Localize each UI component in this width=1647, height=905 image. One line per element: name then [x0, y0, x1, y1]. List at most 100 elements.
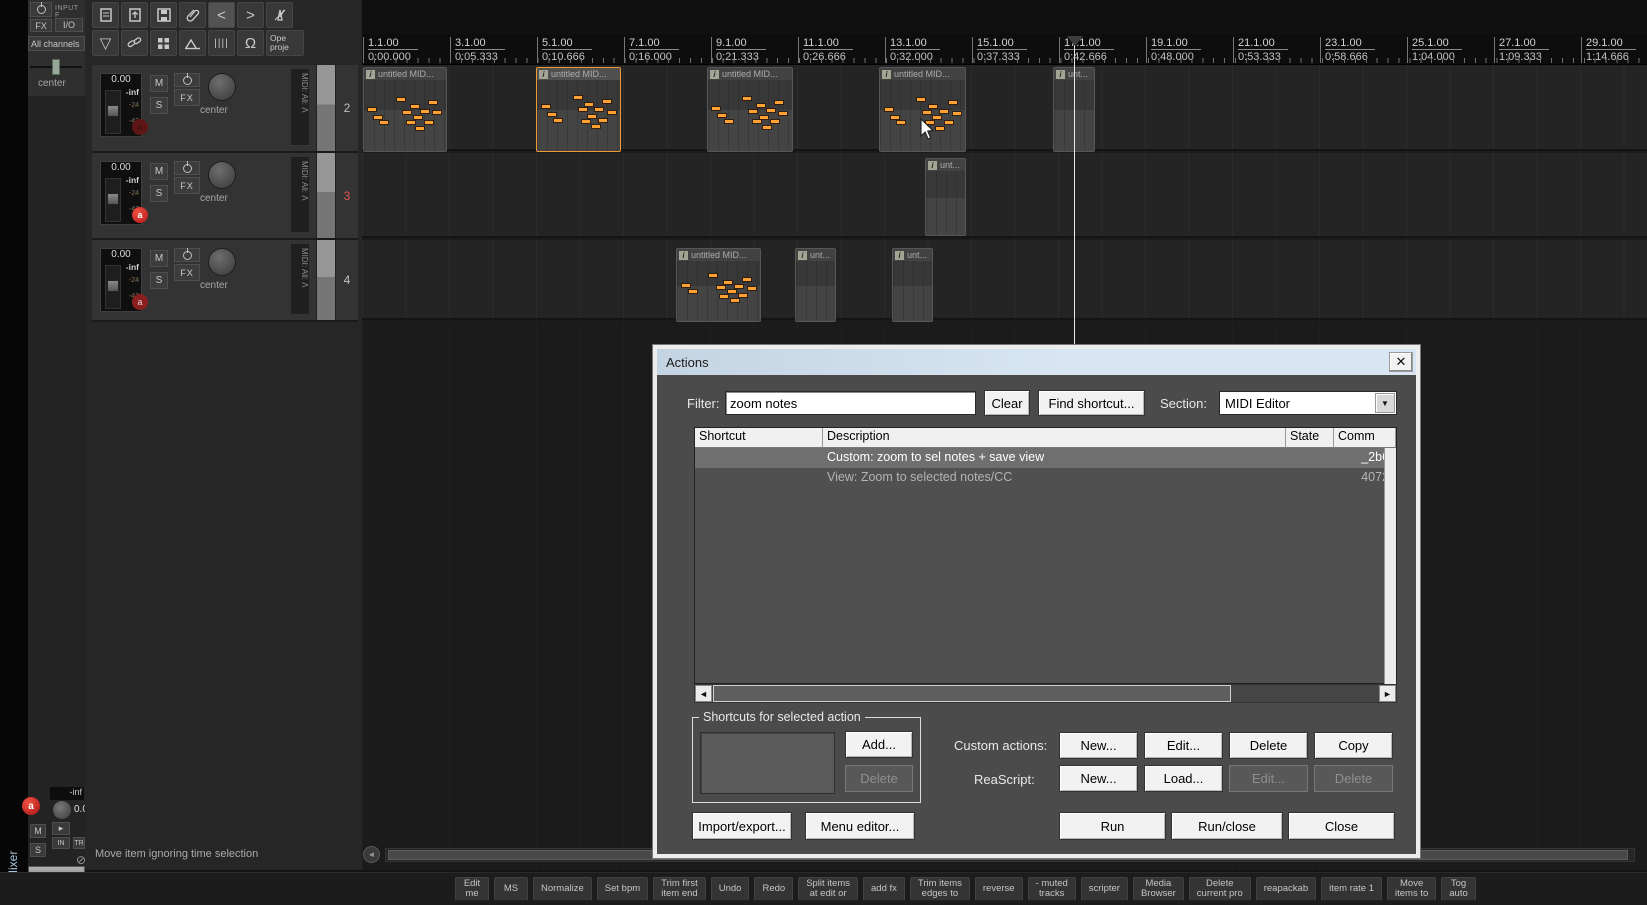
shortcuts-listbox[interactable]	[700, 732, 835, 794]
fx-button[interactable]: FX	[174, 264, 200, 281]
link-icon[interactable]	[121, 30, 148, 56]
open-project-button[interactable]: Ope proje	[266, 30, 304, 56]
reascript-button[interactable]: Load...	[1144, 765, 1223, 792]
midi-routing-label[interactable]: MIDI: All: Λ	[291, 157, 309, 232]
redo-icon[interactable]: >	[237, 2, 264, 28]
track-zoom-scrollbar[interactable]	[316, 240, 336, 320]
close-icon[interactable]: ✕	[1389, 352, 1413, 372]
grid-lines-icon[interactable]: ||||	[208, 30, 235, 56]
track-panel[interactable]: 0.00 -inf -24 -42 a M S FX center MIDI: …	[92, 153, 358, 240]
toolbar-action-button[interactable]: Media Browser	[1132, 877, 1184, 901]
volume-fader[interactable]	[105, 265, 121, 309]
import-export-button[interactable]: Import/export...	[692, 812, 792, 840]
reascript-button[interactable]: New...	[1059, 765, 1138, 792]
action-row[interactable]: Custom: zoom to sel notes + save view _2…	[695, 448, 1396, 468]
mute-button[interactable]: M	[150, 250, 168, 267]
pan-knob[interactable]	[208, 73, 236, 101]
filter-input[interactable]	[725, 391, 976, 415]
add-shortcut-button[interactable]: Add...	[845, 731, 913, 758]
solo-button[interactable]: S	[30, 843, 46, 857]
toolbar-action-button[interactable]: Trim first item end	[653, 877, 706, 901]
fx-enable-button[interactable]	[174, 247, 200, 262]
record-arm-button[interactable]: a	[22, 797, 40, 815]
toolbar-action-button[interactable]: Edit me	[455, 877, 489, 901]
run-button[interactable]: Run	[1059, 812, 1166, 840]
midi-item[interactable]: i unt...	[892, 248, 933, 322]
open-project-icon[interactable]	[121, 2, 148, 28]
col-description[interactable]: Description	[823, 428, 1286, 448]
track-panel[interactable]: 0.00 -inf -24 -42 a M S FX center MIDI: …	[92, 65, 358, 153]
fader-handle[interactable]	[107, 105, 119, 117]
scroll-right-icon[interactable]: ►	[1379, 685, 1396, 702]
delete-shortcut-button[interactable]: Delete	[845, 765, 913, 792]
custom-action-button[interactable]: Copy	[1314, 732, 1393, 759]
toolbar-action-button[interactable]: MS	[494, 877, 528, 901]
custom-action-button[interactable]: New...	[1059, 732, 1138, 759]
toolbar-action-button[interactable]: Move items to	[1387, 877, 1437, 901]
fx-enable-button[interactable]	[174, 72, 200, 87]
mute-button[interactable]: M	[150, 163, 168, 180]
toolbar-action-button[interactable]: scripter	[1080, 877, 1128, 901]
pan-knob[interactable]	[208, 248, 236, 276]
input-button[interactable]: IN	[52, 837, 70, 849]
toolbar-action-button[interactable]: Delete current pro	[1188, 877, 1251, 901]
attach-icon[interactable]	[179, 2, 206, 28]
midi-routing-label[interactable]: MIDI: All: Λ	[291, 69, 309, 145]
pan-slider-handle[interactable]	[52, 59, 60, 75]
record-arm-button[interactable]: a	[132, 294, 148, 310]
action-list[interactable]: Shortcut Description State Comm Custom: …	[694, 427, 1397, 685]
scrollbar-thumb[interactable]	[713, 685, 1231, 702]
envelope-icon[interactable]	[179, 30, 206, 56]
fx-button[interactable]: FX	[30, 19, 52, 32]
toolbar-action-button[interactable]: Trim items edges to	[909, 877, 970, 901]
monitor-button[interactable]: ▸	[52, 822, 70, 835]
solo-button[interactable]: S	[150, 272, 168, 289]
find-shortcut-button[interactable]: Find shortcut...	[1038, 390, 1145, 416]
omega-icon[interactable]: Ω	[237, 30, 264, 56]
list-horizontal-scrollbar[interactable]: ◄ ►	[694, 684, 1397, 703]
filter-icon[interactable]: ▽	[92, 30, 119, 56]
list-vertical-scrollbar[interactable]	[1384, 448, 1396, 685]
scroll-left-button[interactable]: ◄	[363, 846, 380, 863]
fx-enable-button[interactable]	[174, 160, 200, 175]
action-row[interactable]: View: Zoom to selected notes/CC 40725	[695, 468, 1396, 488]
pan-slider[interactable]	[30, 58, 82, 76]
solo-button[interactable]: S	[150, 97, 168, 114]
col-state[interactable]: State	[1286, 428, 1334, 448]
close-button[interactable]: Close	[1288, 812, 1395, 840]
fader-handle[interactable]	[107, 193, 119, 205]
track-zoom-scrollbar[interactable]	[316, 65, 336, 151]
scroll-left-icon[interactable]: ◄	[695, 685, 712, 702]
solo-button[interactable]: S	[150, 185, 168, 202]
clear-button[interactable]: Clear	[984, 390, 1030, 416]
track-zoom-scrollbar[interactable]	[316, 153, 336, 238]
record-arm-button[interactable]: a	[132, 207, 148, 223]
col-command[interactable]: Comm	[1334, 428, 1396, 448]
menu-editor-button[interactable]: Menu editor...	[805, 812, 915, 840]
dialog-title-bar[interactable]: Actions	[657, 349, 1416, 375]
section-dropdown[interactable]: MIDI Editor ▼	[1219, 391, 1397, 415]
toolbar-action-button[interactable]: - muted tracks	[1027, 877, 1076, 901]
list-header[interactable]: Shortcut Description State Comm	[695, 428, 1396, 448]
pan-knob[interactable]	[208, 161, 236, 189]
toolbar-action-button[interactable]: Undo	[710, 877, 750, 901]
toolbar-action-button[interactable]: item rate 1	[1321, 877, 1382, 901]
midi-item[interactable]: i untitled MID...	[363, 67, 447, 152]
mute-button[interactable]: M	[150, 75, 168, 92]
toolbar-action-button[interactable]: add fx	[863, 877, 905, 901]
toolbar-action-button[interactable]: reverse	[974, 877, 1023, 901]
grid-icon[interactable]	[150, 30, 177, 56]
fx-button[interactable]: FX	[174, 89, 200, 106]
track-panel[interactable]: 0.00 -inf -24 -42 a M S FX center MIDI: …	[92, 240, 358, 322]
volume-fader[interactable]	[105, 90, 121, 134]
volume-fader[interactable]	[105, 178, 121, 222]
midi-item[interactable]: i untitled MID...	[676, 248, 761, 322]
toolbar-action-button[interactable]: reapackab	[1255, 877, 1317, 901]
toolbar-action-button[interactable]: Normalize	[533, 877, 592, 901]
midi-item[interactable]: i untitled MID...	[536, 67, 621, 152]
fx-button[interactable]: FX	[174, 177, 200, 194]
col-shortcut[interactable]: Shortcut	[695, 428, 823, 448]
midi-routing-label[interactable]: MIDI: All: Λ	[291, 244, 309, 314]
edit-cursor-marker[interactable]	[1067, 36, 1083, 46]
io-button[interactable]: I/O	[55, 18, 83, 32]
